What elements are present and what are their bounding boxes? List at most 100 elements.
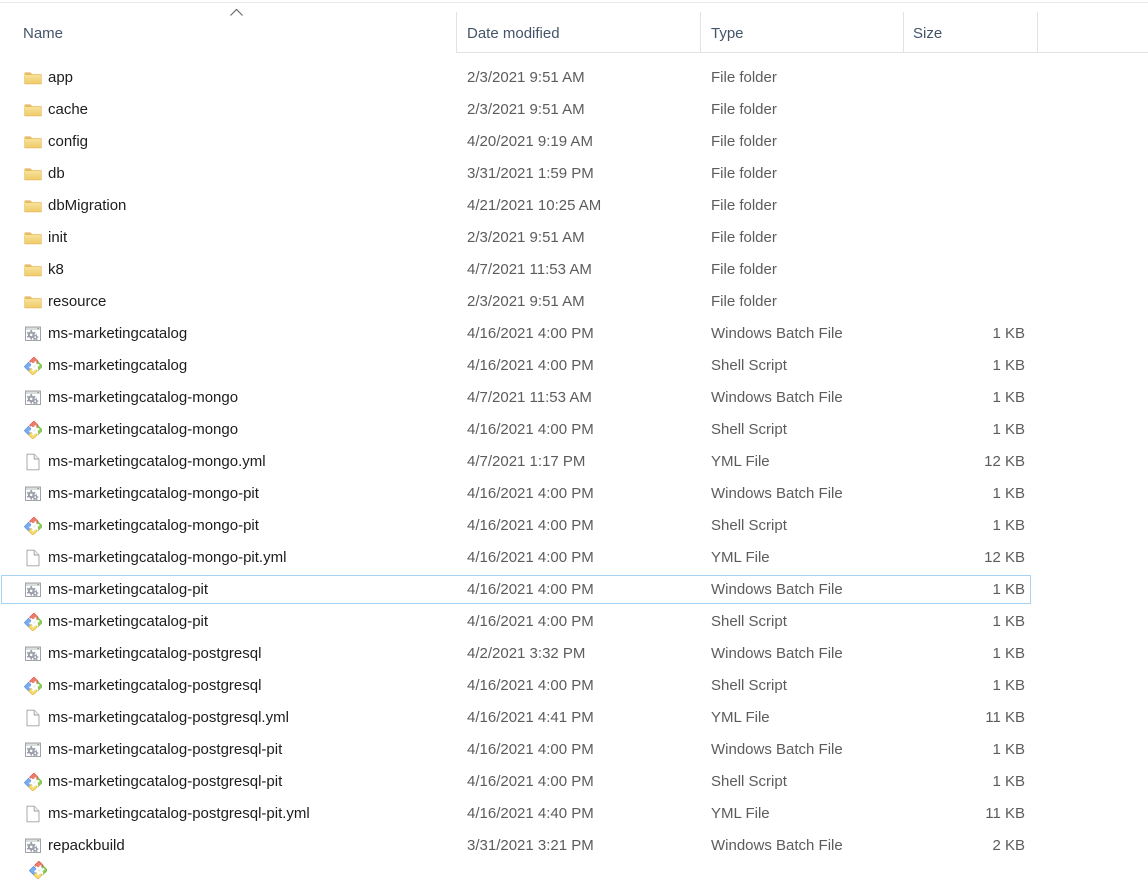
- file-row[interactable]: resource 2/3/2021 9:51 AM File folder: [0, 286, 1148, 318]
- yml-file-icon: [24, 549, 42, 567]
- column-header-size[interactable]: Size: [913, 24, 1023, 44]
- shell-script-icon: [24, 421, 42, 439]
- file-size: 1 KB: [903, 772, 1025, 792]
- file-name: ms-marketingcatalog-postgresql: [48, 644, 261, 664]
- file-size: 11 KB: [903, 804, 1025, 824]
- file-size: 12 KB: [903, 548, 1025, 568]
- file-type: Windows Batch File: [711, 644, 843, 664]
- file-date-modified: 4/7/2021 11:53 AM: [467, 388, 592, 408]
- file-date-modified: 4/7/2021 1:17 PM: [467, 452, 585, 472]
- file-type: YML File: [711, 708, 770, 728]
- file-type: Shell Script: [711, 516, 787, 536]
- file-name: config: [48, 132, 88, 152]
- column-separator[interactable]: [903, 12, 904, 52]
- file-size: 1 KB: [903, 420, 1025, 440]
- file-name: cache: [48, 100, 88, 120]
- file-date-modified: 2/3/2021 9:51 AM: [467, 228, 585, 248]
- file-size: 1 KB: [903, 388, 1025, 408]
- file-row[interactable]: ms-marketingcatalog-postgresql 4/2/2021 …: [0, 638, 1148, 670]
- folder-icon: [24, 69, 42, 87]
- yml-file-icon: [24, 805, 42, 823]
- file-type: Windows Batch File: [711, 740, 843, 760]
- file-type: Windows Batch File: [711, 836, 843, 856]
- file-row[interactable]: ms-marketingcatalog-postgresql-pit 4/16/…: [0, 766, 1148, 798]
- file-size: 12 KB: [903, 452, 1025, 472]
- file-row[interactable]: ms-marketingcatalog-mongo-pit.yml 4/16/2…: [0, 542, 1148, 574]
- file-name: db: [48, 164, 65, 184]
- file-date-modified: 4/16/2021 4:41 PM: [467, 708, 594, 728]
- file-list: app 2/3/2021 9:51 AM File folder cache 2…: [0, 62, 1148, 862]
- file-name: ms-marketingcatalog-postgresql.yml: [48, 708, 289, 728]
- file-name: resource: [48, 292, 106, 312]
- file-name: k8: [48, 260, 64, 280]
- file-name: ms-marketingcatalog-postgresql: [48, 676, 261, 696]
- shell-script-icon[interactable]: [29, 861, 47, 879]
- shell-script-icon: [24, 517, 42, 535]
- shell-script-icon: [24, 613, 42, 631]
- file-row[interactable]: dbMigration 4/21/2021 10:25 AM File fold…: [0, 190, 1148, 222]
- file-row[interactable]: config 4/20/2021 9:19 AM File folder: [0, 126, 1148, 158]
- file-row[interactable]: ms-marketingcatalog-postgresql.yml 4/16/…: [0, 702, 1148, 734]
- yml-file-icon: [24, 709, 42, 727]
- file-type: File folder: [711, 164, 777, 184]
- file-date-modified: 2/3/2021 9:51 AM: [467, 100, 585, 120]
- file-name: ms-marketingcatalog-mongo-pit: [48, 516, 259, 536]
- column-header-date-modified[interactable]: Date modified: [467, 24, 687, 44]
- shell-script-icon: [24, 357, 42, 375]
- file-name: ms-marketingcatalog-mongo.yml: [48, 452, 266, 472]
- file-type: Windows Batch File: [711, 484, 843, 504]
- file-row[interactable]: ms-marketingcatalog-pit 4/16/2021 4:00 P…: [0, 606, 1148, 638]
- file-size: 1 KB: [903, 612, 1025, 632]
- file-date-modified: 4/16/2021 4:00 PM: [467, 484, 594, 504]
- folder-icon: [24, 101, 42, 119]
- file-name: ms-marketingcatalog-pit: [48, 580, 208, 600]
- file-type: File folder: [711, 132, 777, 152]
- file-row[interactable]: db 3/31/2021 1:59 PM File folder: [0, 158, 1148, 190]
- file-row[interactable]: ms-marketingcatalog-mongo 4/7/2021 11:53…: [0, 382, 1148, 414]
- file-size: 11 KB: [903, 708, 1025, 728]
- file-type: Shell Script: [711, 772, 787, 792]
- column-header-type[interactable]: Type: [711, 24, 891, 44]
- file-row[interactable]: ms-marketingcatalog 4/16/2021 4:00 PM Wi…: [0, 318, 1148, 350]
- file-date-modified: 2/3/2021 9:51 AM: [467, 68, 585, 88]
- file-row[interactable]: repackbuild 3/31/2021 3:21 PM Windows Ba…: [0, 830, 1148, 862]
- folder-icon: [24, 229, 42, 247]
- folder-icon: [24, 261, 42, 279]
- file-row[interactable]: k8 4/7/2021 11:53 AM File folder: [0, 254, 1148, 286]
- folder-icon: [24, 165, 42, 183]
- file-date-modified: 4/20/2021 9:19 AM: [467, 132, 593, 152]
- file-date-modified: 4/16/2021 4:00 PM: [467, 676, 594, 696]
- column-separator[interactable]: [456, 12, 457, 52]
- file-type: Windows Batch File: [711, 388, 843, 408]
- file-row[interactable]: init 2/3/2021 9:51 AM File folder: [0, 222, 1148, 254]
- file-row[interactable]: ms-marketingcatalog-mongo-pit 4/16/2021 …: [0, 510, 1148, 542]
- file-name: ms-marketingcatalog-mongo-pit: [48, 484, 259, 504]
- batch-file-icon: [24, 389, 42, 407]
- file-row[interactable]: ms-marketingcatalog-postgresql-pit 4/16/…: [0, 734, 1148, 766]
- file-row[interactable]: cache 2/3/2021 9:51 AM File folder: [0, 94, 1148, 126]
- column-header-name[interactable]: Name: [23, 24, 443, 44]
- file-row[interactable]: ms-marketingcatalog-postgresql-pit.yml 4…: [0, 798, 1148, 830]
- file-row[interactable]: ms-marketingcatalog 4/16/2021 4:00 PM Sh…: [0, 350, 1148, 382]
- file-date-modified: 4/16/2021 4:40 PM: [467, 804, 594, 824]
- file-row[interactable]: ms-marketingcatalog-mongo-pit 4/16/2021 …: [0, 478, 1148, 510]
- column-separator[interactable]: [1037, 12, 1038, 52]
- file-type: File folder: [711, 196, 777, 216]
- file-size: 1 KB: [903, 676, 1025, 696]
- file-row[interactable]: ms-marketingcatalog-postgresql 4/16/2021…: [0, 670, 1148, 702]
- file-size: 1 KB: [903, 484, 1025, 504]
- file-size: 1 KB: [903, 324, 1025, 344]
- shell-script-icon: [24, 677, 42, 695]
- file-row[interactable]: ms-marketingcatalog-mongo.yml 4/7/2021 1…: [0, 446, 1148, 478]
- batch-file-icon: [24, 741, 42, 759]
- file-date-modified: 4/16/2021 4:00 PM: [467, 356, 594, 376]
- column-separator[interactable]: [700, 12, 701, 52]
- batch-file-icon: [24, 325, 42, 343]
- file-row[interactable]: app 2/3/2021 9:51 AM File folder: [0, 62, 1148, 94]
- file-type: Shell Script: [711, 676, 787, 696]
- file-date-modified: 4/16/2021 4:00 PM: [467, 516, 594, 536]
- file-row[interactable]: ms-marketingcatalog-mongo 4/16/2021 4:00…: [0, 414, 1148, 446]
- file-name: ms-marketingcatalog: [48, 324, 187, 344]
- file-type: File folder: [711, 228, 777, 248]
- file-row[interactable]: ms-marketingcatalog-pit 4/16/2021 4:00 P…: [0, 574, 1148, 606]
